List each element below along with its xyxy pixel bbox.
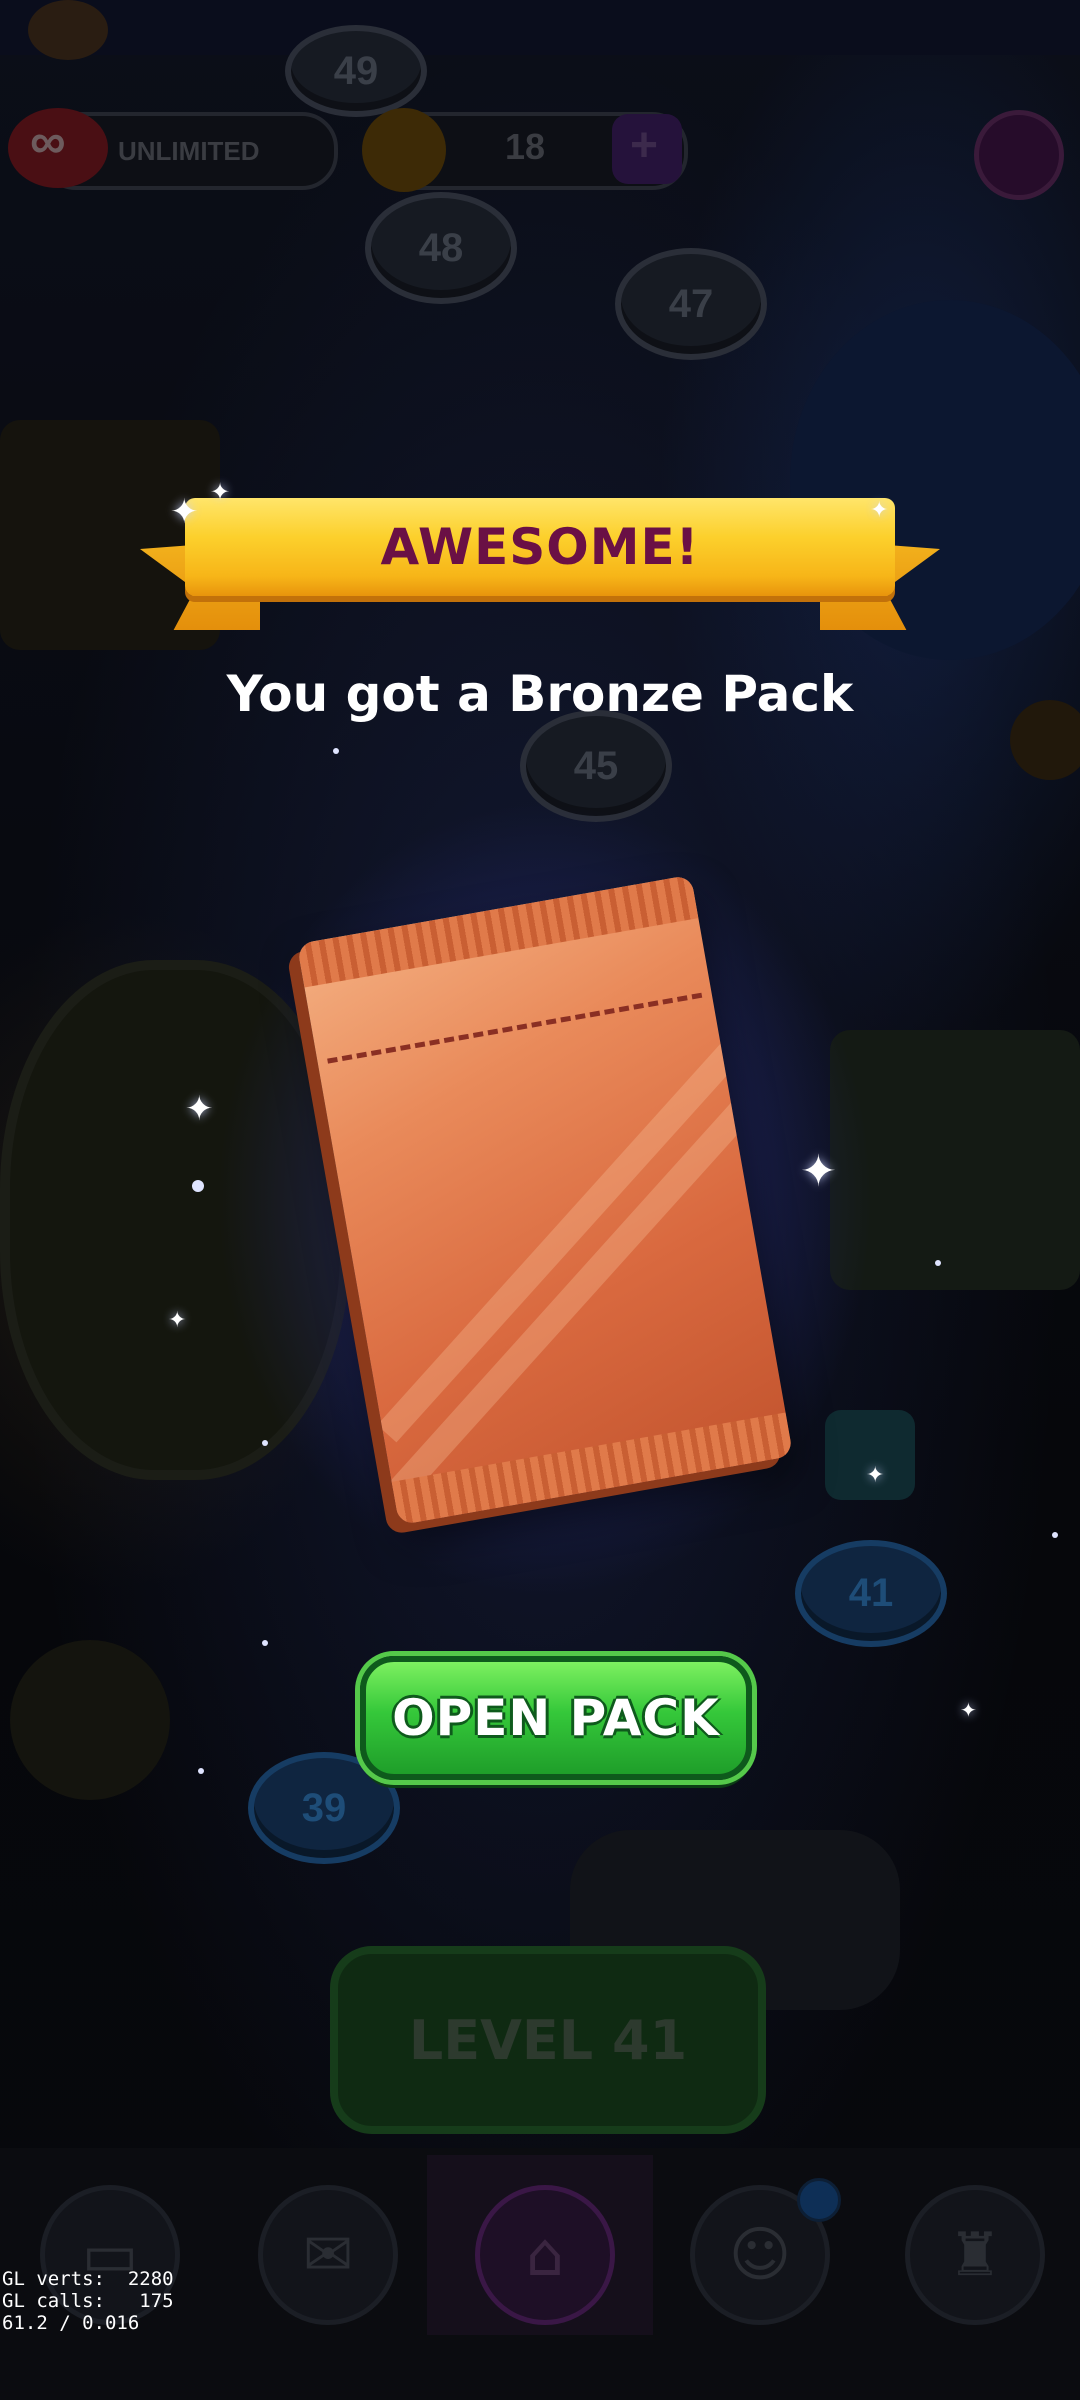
plus-icon: + xyxy=(630,119,659,172)
sparkle-dot xyxy=(198,1768,204,1774)
debug-line: 61.2 / 0.016 xyxy=(2,2312,140,2334)
sparkle-dot xyxy=(333,748,339,754)
sparkle-icon: ✦ xyxy=(170,492,199,532)
gear-icon xyxy=(10,1640,170,1800)
level-node-label: 49 xyxy=(333,48,379,93)
sparkle-icon: ✦ xyxy=(800,1146,837,1197)
sparkle-icon: ✦ xyxy=(210,478,231,506)
infinity-icon: ∞ xyxy=(30,113,66,169)
debug-line: GL verts: 2280 xyxy=(2,2268,174,2290)
sparkle-dot xyxy=(935,1260,941,1266)
sparkle-icon: ✦ xyxy=(185,1089,214,1129)
debug-line: GL calls: 175 xyxy=(2,2290,174,2312)
level-node-label: 48 xyxy=(418,225,464,270)
mail-icon: ✉ xyxy=(258,2185,398,2325)
banner-title: AWESOME! xyxy=(380,518,700,576)
open-pack-button[interactable]: OPEN PACK xyxy=(360,1656,752,1780)
settings-orb-icon xyxy=(974,110,1064,200)
notification-badge xyxy=(797,2178,841,2222)
pack-tear-line xyxy=(327,992,703,1064)
home-icon: ⌂ xyxy=(475,2185,615,2325)
sparkle-icon: ✦ xyxy=(168,1308,187,1333)
debug-overlay: GL verts: 2280 GL calls: 175 61.2 / 0.01… xyxy=(2,2268,174,2334)
lives-label: UNLIMITED xyxy=(118,136,260,166)
sparkle-icon: ✦ xyxy=(960,1698,977,1722)
level-node-label: 41 xyxy=(848,1571,894,1615)
trophy-icon: ♜ xyxy=(905,2185,1045,2325)
level-button-label: LEVEL 41 xyxy=(408,2008,688,2072)
level-node-47: 47 xyxy=(615,248,767,360)
open-pack-label: OPEN PACK xyxy=(392,1689,720,1747)
coins-count: 18 xyxy=(505,126,546,167)
orb-decoration xyxy=(28,0,108,60)
sparkle-icon: ✦ xyxy=(866,1463,885,1488)
reward-message: You got a Bronze Pack xyxy=(226,665,854,723)
sparkle-dot xyxy=(192,1180,204,1192)
sparkle-dot xyxy=(262,1440,268,1446)
awesome-banner: AWESOME! xyxy=(185,498,895,596)
level-button: LEVEL 41 xyxy=(330,1946,766,2134)
sparkle-dot xyxy=(1052,1532,1058,1538)
level-node-label: 47 xyxy=(668,281,714,326)
level-node-48: 48 xyxy=(365,192,517,304)
level-node-49: 49 xyxy=(285,25,427,117)
level-node-label: 45 xyxy=(573,743,619,788)
level-node-label: 39 xyxy=(301,1785,347,1830)
coin-icon xyxy=(362,108,446,192)
level-node-41: 41 xyxy=(795,1540,947,1647)
top-bar xyxy=(0,0,1080,55)
sparkle-dot xyxy=(262,1640,268,1646)
sparkle-icon: ✦ xyxy=(870,498,889,523)
